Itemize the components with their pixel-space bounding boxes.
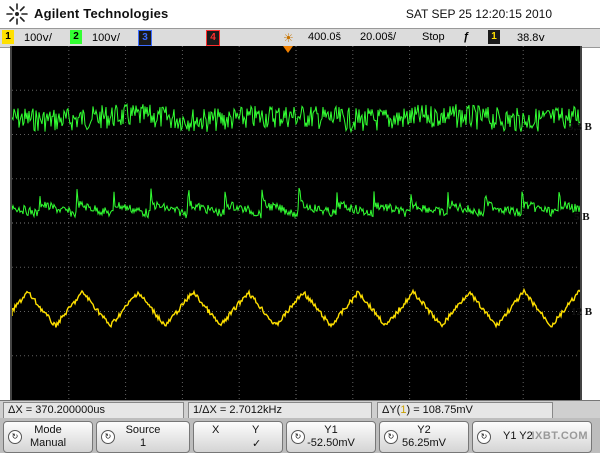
trigger-position-icon: ☀ [283,31,294,45]
channel-1-scale: 100ⅴ/ [24,32,52,44]
inverse-delta-x-readout: 1/ΔX = 2.7012kHz [188,402,372,419]
agilent-spark-icon [6,3,28,25]
softkey-bar: ↻ Mode Manual ↻ Source 1 X Y ✓ ↻ Y1 -52.… [0,418,600,453]
time-reference: 400.0š [308,31,342,43]
channel-2-indicator[interactable]: 2 [70,30,82,44]
trigger-edge-icon: ƒ [463,31,470,43]
channel-2-scale: 100ⅴ/ [92,32,120,44]
y1-softkey[interactable]: ↻ Y1 -52.50mV [286,421,376,453]
trigger-marker [283,46,293,53]
mode-label: Mode [34,424,62,436]
run-state: Stop [422,31,445,43]
y2-softkey[interactable]: ↻ Y2 56.25mV [379,421,469,453]
y1-label: Y1 [324,424,338,436]
trigger-source-indicator: 1 [488,30,500,44]
x-y-softkey[interactable]: X Y ✓ [193,421,283,453]
y-option: Y [252,424,260,436]
y2-value: 56.25mV [401,437,447,449]
label-3v3: 3,3 В [568,121,592,133]
delta-y-prefix: ΔY( [382,404,401,416]
checkmark-icon: ✓ [252,438,262,450]
y1-value: -52.50mV [307,437,355,449]
delta-y-readout: ΔY(1) = 108.75mV [377,402,553,419]
channel-4-indicator[interactable]: 4 [206,30,220,46]
brand-name: Agilent Technologies [34,6,169,21]
channel-3-indicator[interactable]: 3 [138,30,152,46]
watermark: IXBT.COM [531,430,588,442]
datetime: SAT SEP 25 12:20:15 2010 [405,7,552,21]
label-5v: 5 В [574,211,590,223]
status-bar: 1 100ⅴ/ 2 100ⅴ/ 3 4 ☀ 400.0š 20.00š/ Sto… [0,28,600,48]
knob-icon: ↻ [477,430,491,444]
x-option: X [212,424,220,436]
channel-1-indicator[interactable]: 1 [2,30,14,44]
source-value: 1 [139,437,147,449]
header-bar: Agilent Technologies SAT SEP 25 12:20:15… [0,0,600,28]
measurement-bar: ΔX = 370.200000us 1/ΔX = 2.7012kHz ΔY(1)… [0,400,600,419]
mode-value: Manual [29,437,67,449]
waveform-display[interactable] [10,46,582,400]
delta-x-readout: ΔX = 370.200000us [3,402,184,419]
mode-softkey[interactable]: ↻ Mode Manual [3,421,93,453]
trigger-level: 38.8ⅴ [517,32,545,44]
y2-label: Y2 [417,424,431,436]
delta-y-value: ) = 108.75mV [406,404,473,416]
label-12v: 12 В [571,306,593,318]
source-label: Source [125,424,161,436]
source-softkey[interactable]: ↻ Source 1 [96,421,190,453]
y1-y2-label: Y1 Y2 [503,430,533,442]
timebase: 20.00š/ [360,31,397,43]
